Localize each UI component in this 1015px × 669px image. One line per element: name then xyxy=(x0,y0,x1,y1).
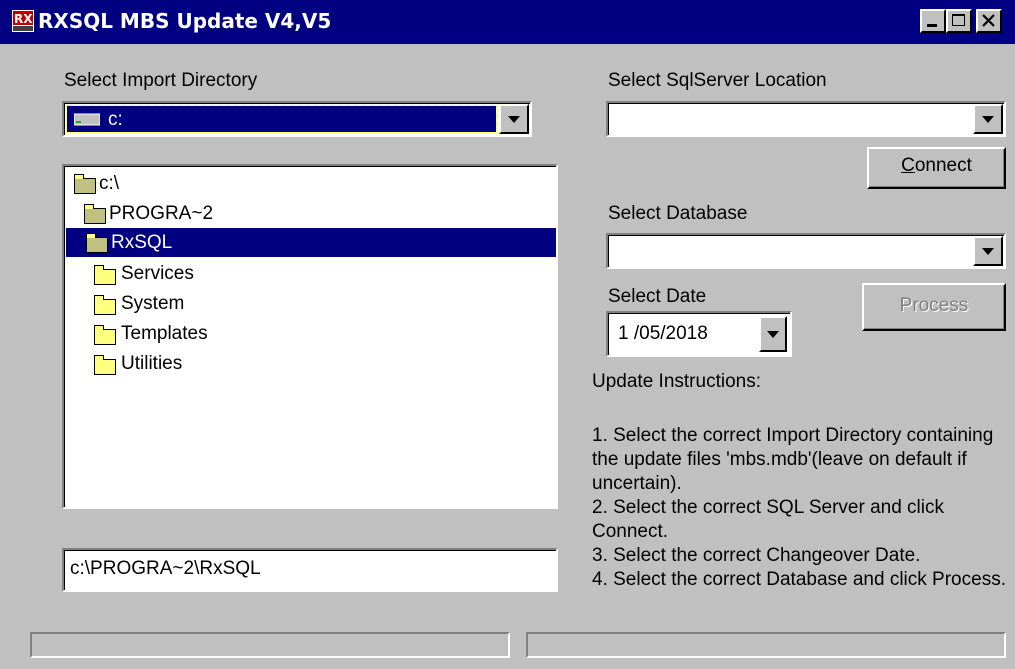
connect-button-label: Connect xyxy=(901,155,972,176)
tree-item-utilities[interactable]: Utilities xyxy=(118,353,185,375)
date-picker-value: 1 /05/2018 xyxy=(618,323,708,344)
tree-item-templates[interactable]: Templates xyxy=(118,323,211,345)
drive-select-value: c: xyxy=(108,109,123,130)
folder-icon xyxy=(94,355,116,375)
instructions-heading: Update Instructions: xyxy=(592,371,761,392)
database-dropdown-button[interactable] xyxy=(973,236,1003,266)
drive-icon xyxy=(74,113,100,126)
window-title: RXSQL MBS Update V4,V5 xyxy=(38,9,332,33)
instruction-step: 3. Select the correct Changeover Date. xyxy=(592,545,921,566)
tree-item-rxsql[interactable]: RxSQL xyxy=(108,232,175,254)
status-panel-left xyxy=(30,632,510,658)
connect-button[interactable]: Connect xyxy=(867,147,1006,189)
instructions-list: 1. Select the correct Import Directory c… xyxy=(592,424,1007,592)
path-field-value: c:\PROGRA~2\RxSQL xyxy=(70,558,261,579)
maximize-icon xyxy=(952,14,965,26)
open-folder-icon xyxy=(84,204,106,224)
instruction-step: 1. Select the correct Import Directory c… xyxy=(592,425,994,494)
rx-app-icon: RX xyxy=(12,10,34,32)
instruction-step: 2. Select the correct SQL Server and cli… xyxy=(592,497,945,542)
close-button[interactable] xyxy=(976,9,1002,33)
open-folder-icon xyxy=(86,233,108,253)
folder-icon xyxy=(94,325,116,345)
tree-item-root[interactable]: c:\ xyxy=(96,173,122,195)
sqlserver-location-select[interactable] xyxy=(606,101,1006,137)
drive-select[interactable]: c: xyxy=(62,101,532,137)
tree-item-services[interactable]: Services xyxy=(118,263,197,285)
path-field[interactable]: c:\PROGRA~2\RxSQL xyxy=(62,548,558,592)
date-picker-dropdown-button[interactable] xyxy=(759,316,787,352)
status-panel-right xyxy=(526,632,1006,658)
process-button[interactable]: Process xyxy=(862,283,1006,331)
import-directory-label: Select Import Directory xyxy=(64,70,258,91)
database-label: Select Database xyxy=(608,203,748,224)
drive-select-dropdown-button[interactable] xyxy=(499,104,529,134)
folder-icon xyxy=(94,265,116,285)
minimize-icon xyxy=(927,24,937,27)
tree-item-progra2[interactable]: PROGRA~2 xyxy=(106,203,216,225)
drive-select-highlight xyxy=(66,105,497,133)
date-label: Select Date xyxy=(608,286,707,307)
title-bar[interactable]: RX RXSQL MBS Update V4,V5 xyxy=(0,0,1015,44)
minimize-button[interactable] xyxy=(920,9,946,33)
tree-item-system[interactable]: System xyxy=(118,293,187,315)
open-folder-icon xyxy=(74,174,96,194)
process-button-label: Process xyxy=(899,295,969,316)
svg-text:RX: RX xyxy=(14,12,33,26)
instruction-step: 4. Select the correct Database and click… xyxy=(592,569,1006,590)
database-select[interactable] xyxy=(606,233,1006,269)
sqlserver-location-dropdown-button[interactable] xyxy=(973,104,1003,134)
close-icon xyxy=(982,14,995,27)
maximize-button[interactable] xyxy=(946,9,972,33)
directory-tree[interactable]: c:\ PROGRA~2 RxSQL Services System Templ… xyxy=(62,164,558,509)
date-picker[interactable]: 1 /05/2018 xyxy=(606,311,792,357)
folder-icon xyxy=(94,295,116,315)
sqlserver-location-label: Select SqlServer Location xyxy=(608,70,827,91)
